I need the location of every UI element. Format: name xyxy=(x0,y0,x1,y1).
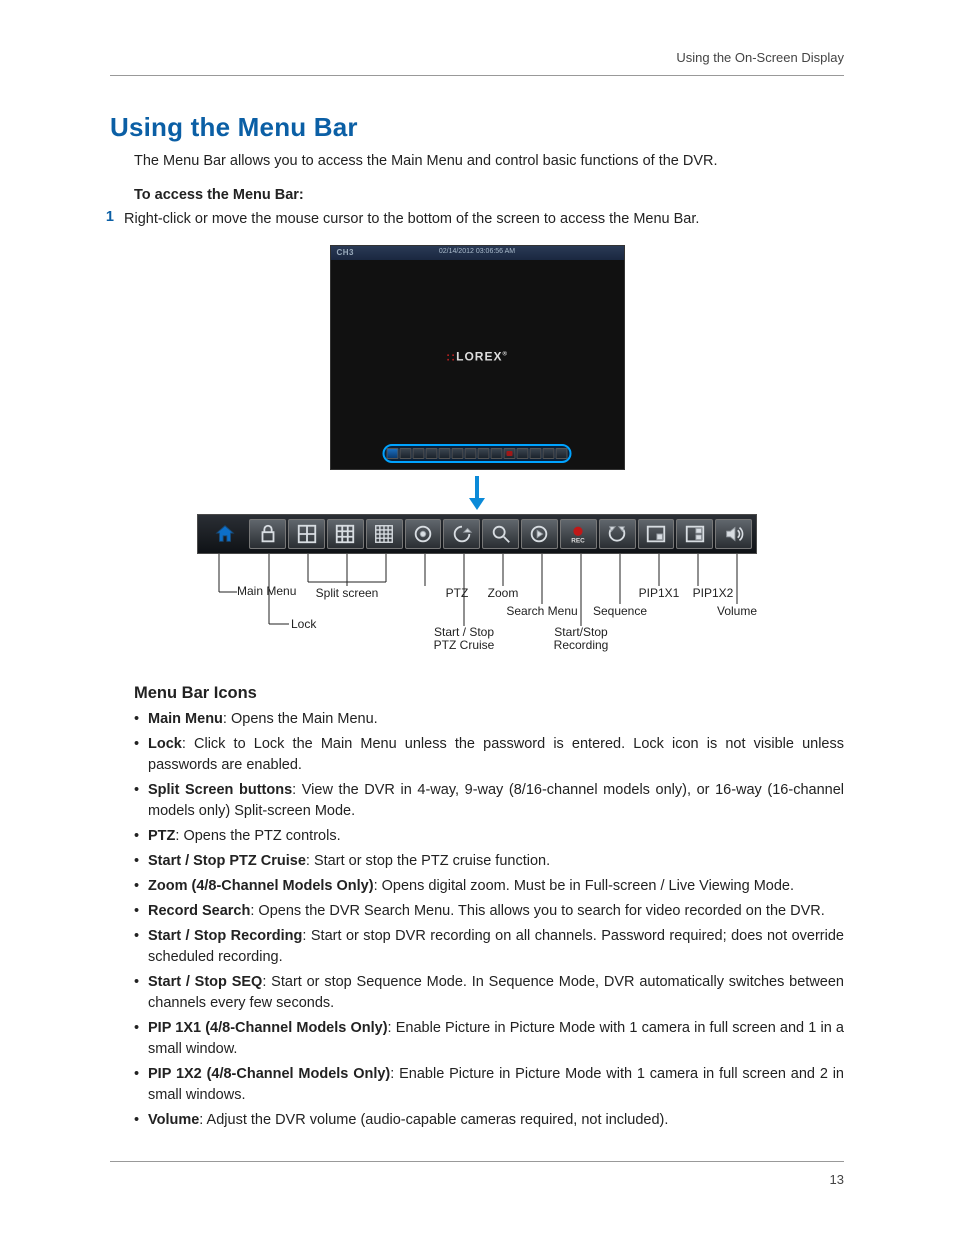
callout-ptz-cruise-l1: Start / Stop xyxy=(434,625,494,639)
bullet-seq: Start / Stop SEQ: Start or stop Sequence… xyxy=(134,972,844,1014)
pip-1x1-button[interactable] xyxy=(638,519,675,549)
mini-rec-icon xyxy=(504,448,516,459)
callout-pip1x1: PIP1X1 xyxy=(639,586,680,600)
bullet-split: Split Screen buttons: View the DVR in 4-… xyxy=(134,780,844,822)
icon-bullet-list: Main Menu: Opens the Main Menu. Lock: Cl… xyxy=(134,709,844,1131)
brand-logo: ::LOREX® xyxy=(446,350,508,364)
mini-ptz-icon xyxy=(452,448,464,459)
page: Using the On-Screen Display Using the Me… xyxy=(0,0,954,1227)
pip-1x2-button[interactable] xyxy=(676,519,713,549)
lock-button[interactable] xyxy=(249,519,286,549)
callout-sequence: Sequence xyxy=(593,604,647,618)
callout-volume: Volume xyxy=(717,604,757,618)
bullet-pip1x2: PIP 1X2 (4/8-Channel Models Only): Enabl… xyxy=(134,1064,844,1106)
footer-divider xyxy=(110,1161,844,1162)
callout-main-menu: Main Menu xyxy=(237,584,296,598)
record-button[interactable]: REC xyxy=(560,519,597,549)
mini-seq-icon xyxy=(517,448,529,459)
callout-lines: Main Menu Lock Split screen PTZ Start / … xyxy=(197,554,757,664)
step-1: 1 Right-click or move the mouse cursor t… xyxy=(96,209,844,231)
callout-pip1x2: PIP1X2 xyxy=(693,586,734,600)
ptz-cruise-button[interactable] xyxy=(443,519,480,549)
ptz-button[interactable] xyxy=(405,519,442,549)
bullet-search: Record Search: Opens the DVR Search Menu… xyxy=(134,901,844,922)
mini-ptzcruise-icon xyxy=(465,448,477,459)
search-button[interactable] xyxy=(521,519,558,549)
timestamp-label: 02/14/2012 03:06:56 AM xyxy=(331,248,624,255)
callout-ptz-cruise-l2: PTZ Cruise xyxy=(434,638,495,652)
callout-search: Search Menu xyxy=(506,604,577,618)
sequence-button[interactable] xyxy=(599,519,636,549)
bullet-pip1x1: PIP 1X1 (4/8-Channel Models Only): Enabl… xyxy=(134,1018,844,1060)
split-9-button[interactable] xyxy=(327,519,364,549)
mini-pip1-icon xyxy=(530,448,542,459)
bullet-volume: Volume: Adjust the DVR volume (audio-cap… xyxy=(134,1110,844,1131)
mini-pip2-icon xyxy=(543,448,555,459)
brand-text: LOREX xyxy=(456,350,502,364)
mini-split4-icon xyxy=(413,448,425,459)
icons-heading: Menu Bar Icons xyxy=(134,684,844,703)
callout-ptz: PTZ xyxy=(446,586,469,600)
dvr-screenshot: CH3 02/14/2012 03:06:56 AM ::LOREX® xyxy=(330,245,625,470)
bullet-main-menu: Main Menu: Opens the Main Menu. xyxy=(134,709,844,730)
bullet-recording: Start / Stop Recording: Start or stop DV… xyxy=(134,926,844,968)
arrow-down-icon xyxy=(467,476,487,510)
mini-volume-icon xyxy=(556,448,568,459)
callout-lock: Lock xyxy=(291,617,316,631)
callout-ptz-cruise: Start / StopPTZ Cruise xyxy=(434,626,495,652)
callout-recording: Start/StopRecording xyxy=(554,626,609,652)
menu-bar: REC xyxy=(197,514,757,554)
intro-text: The Menu Bar allows you to access the Ma… xyxy=(134,151,844,173)
volume-button[interactable] xyxy=(715,519,752,549)
split-16-button[interactable] xyxy=(366,519,403,549)
mini-lock-icon xyxy=(400,448,412,459)
bullet-lock: Lock: Click to Lock the Main Menu unless… xyxy=(134,734,844,776)
svg-text:REC: REC xyxy=(572,537,586,544)
callout-recording-l2: Recording xyxy=(554,638,609,652)
bullet-zoom: Zoom (4/8-Channel Models Only): Opens di… xyxy=(134,876,844,897)
callout-zoom: Zoom xyxy=(488,586,519,600)
callout-split: Split screen xyxy=(316,586,379,600)
figure: CH3 02/14/2012 03:06:56 AM ::LOREX® xyxy=(110,245,844,674)
split-4-button[interactable] xyxy=(288,519,325,549)
mini-split16-icon xyxy=(439,448,451,459)
mini-search-icon xyxy=(491,448,503,459)
header-breadcrumb: Using the On-Screen Display xyxy=(110,50,844,65)
mini-menu-bar xyxy=(383,444,572,463)
mini-home-icon xyxy=(387,448,399,459)
zoom-button[interactable] xyxy=(482,519,519,549)
mini-zoom-icon xyxy=(478,448,490,459)
bullet-ptz-cruise: Start / Stop PTZ Cruise: Start or stop t… xyxy=(134,851,844,872)
bullet-ptz: PTZ: Opens the PTZ controls. xyxy=(134,826,844,847)
page-number: 13 xyxy=(110,1172,844,1187)
step-number: 1 xyxy=(96,209,124,231)
step-text: Right-click or move the mouse cursor to … xyxy=(124,209,844,231)
header-divider xyxy=(110,75,844,76)
main-menu-button[interactable] xyxy=(202,519,247,549)
section-title: Using the Menu Bar xyxy=(110,112,844,143)
access-heading: To access the Menu Bar: xyxy=(134,187,844,203)
menu-bar-enlarged: REC xyxy=(197,514,757,664)
callout-recording-l1: Start/Stop xyxy=(554,625,607,639)
mini-split9-icon xyxy=(426,448,438,459)
